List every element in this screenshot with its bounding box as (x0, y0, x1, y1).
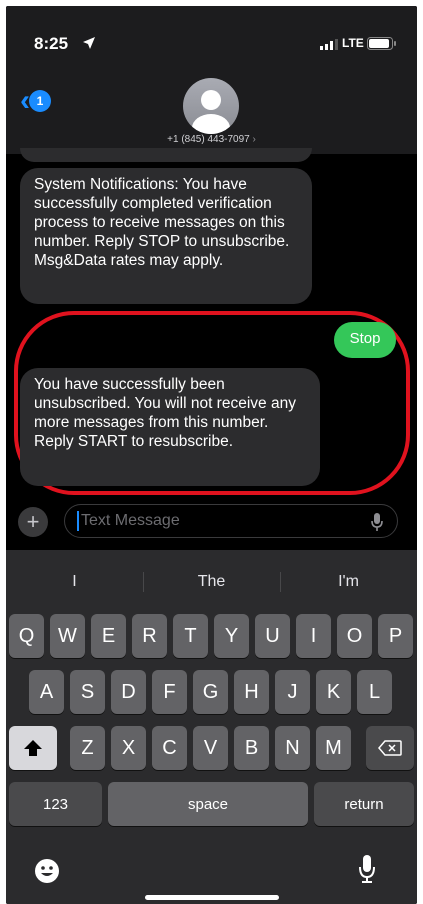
battery-icon (367, 37, 396, 50)
key-j[interactable]: J (275, 670, 310, 714)
keyboard: I The I'm Q W E R T Y U I O P A S D F G … (6, 550, 417, 904)
delete-key[interactable] (366, 726, 414, 770)
predictive-bar: I The I'm (6, 562, 417, 602)
message-text: You have successfully been unsubscribed.… (34, 376, 296, 450)
emoji-icon[interactable] (34, 858, 60, 884)
key-u[interactable]: U (255, 614, 290, 658)
shift-icon (24, 740, 42, 756)
incoming-message[interactable]: You have successfully been unsubscribed.… (20, 368, 320, 486)
key-o[interactable]: O (337, 614, 372, 658)
suggestion-1[interactable]: I (6, 562, 143, 602)
contact-number: +1 (845) 443-7097 (167, 134, 250, 145)
conversation-header: 8:25 LTE ‹ 1 +1 (845) 443-7097 › (6, 6, 417, 154)
key-l[interactable]: L (357, 670, 392, 714)
key-s[interactable]: S (70, 670, 105, 714)
key-g[interactable]: G (193, 670, 228, 714)
key-n[interactable]: N (275, 726, 310, 770)
key-e[interactable]: E (91, 614, 126, 658)
key-d[interactable]: D (111, 670, 146, 714)
key-m[interactable]: M (316, 726, 351, 770)
key-t[interactable]: T (173, 614, 208, 658)
key-f[interactable]: F (152, 670, 187, 714)
key-a[interactable]: A (29, 670, 64, 714)
key-r[interactable]: R (132, 614, 167, 658)
numbers-key[interactable]: 123 (9, 782, 102, 826)
home-indicator (145, 895, 279, 900)
message-text: Stop (349, 330, 381, 347)
key-q[interactable]: Q (9, 614, 44, 658)
previous-message-bubble (20, 148, 312, 162)
message-input[interactable] (79, 512, 351, 530)
key-h[interactable]: H (234, 670, 269, 714)
key-v[interactable]: V (193, 726, 228, 770)
suggestion-2[interactable]: The (143, 562, 280, 602)
contact-name[interactable]: +1 (845) 443-7097 › (6, 134, 417, 145)
unread-badge: 1 (29, 90, 51, 112)
incoming-message[interactable]: System Notifications: You have successfu… (20, 168, 312, 304)
back-button[interactable]: ‹ 1 (20, 86, 51, 116)
mic-icon[interactable] (371, 513, 383, 531)
phone-screen: 8:25 LTE ‹ 1 +1 (845) 443-7097 › System … (6, 6, 417, 904)
message-list[interactable]: System Notifications: You have successfu… (6, 148, 417, 498)
location-arrow-icon (83, 37, 95, 49)
network-label: LTE (342, 36, 364, 50)
message-field[interactable] (64, 504, 398, 538)
dictation-icon[interactable] (358, 854, 376, 884)
contact-avatar[interactable] (183, 78, 239, 134)
key-w[interactable]: W (50, 614, 85, 658)
shift-key[interactable] (9, 726, 57, 770)
status-time: 8:25 (34, 34, 69, 53)
signal-icon (320, 39, 338, 50)
delete-icon (378, 740, 402, 756)
key-c[interactable]: C (152, 726, 187, 770)
person-icon (192, 90, 230, 134)
key-z[interactable]: Z (70, 726, 105, 770)
outgoing-message[interactable]: Stop (334, 322, 396, 358)
key-y[interactable]: Y (214, 614, 249, 658)
key-b[interactable]: B (234, 726, 269, 770)
apps-plus-button[interactable]: + (18, 507, 48, 537)
key-i[interactable]: I (296, 614, 331, 658)
compose-bar: + (6, 498, 417, 550)
suggestion-3[interactable]: I'm (280, 562, 417, 602)
return-key[interactable]: return (314, 782, 414, 826)
message-text: System Notifications: You have successfu… (34, 176, 290, 269)
key-p[interactable]: P (378, 614, 413, 658)
space-key[interactable]: space (108, 782, 308, 826)
key-x[interactable]: X (111, 726, 146, 770)
key-k[interactable]: K (316, 670, 351, 714)
contact-chevron-icon: › (252, 134, 256, 145)
